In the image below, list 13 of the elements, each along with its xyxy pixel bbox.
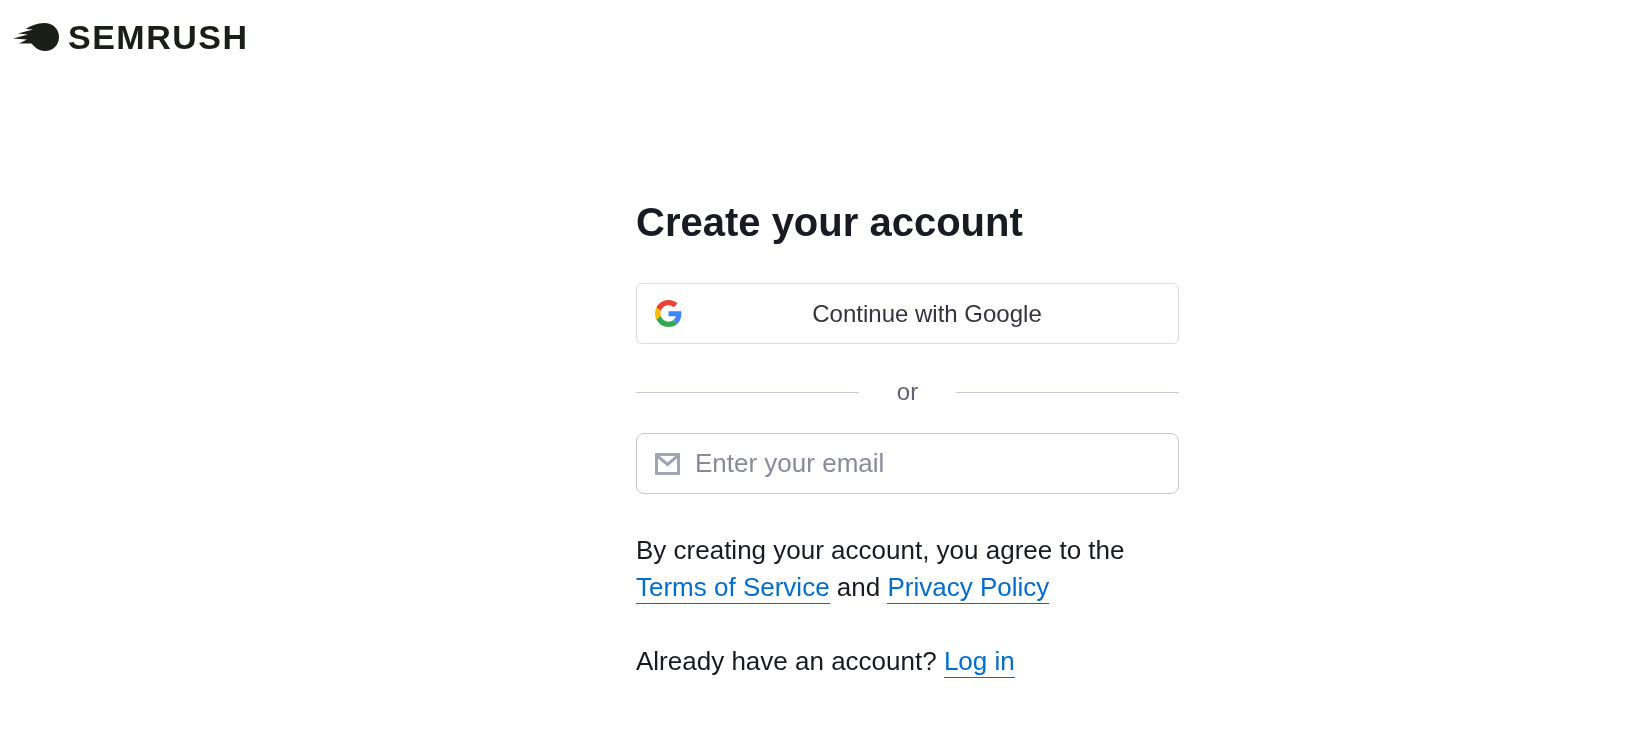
google-signin-button[interactable]: Continue with Google [636, 283, 1179, 344]
login-link[interactable]: Log in [943, 646, 1015, 679]
policy-link[interactable]: Privacy Policy [887, 572, 1050, 605]
divider-label: or [896, 380, 919, 404]
terms-text: By creating your account, you agree to the Terms of Service and Privacy Policy [636, 532, 1179, 606]
email-field[interactable]: Enter your email [636, 433, 1179, 494]
login-prompt: Already have an account? Log in [636, 643, 1015, 680]
google-g-icon [655, 300, 682, 327]
page-title: Create your account [636, 199, 1023, 246]
logo-text: SEMRUSH [68, 20, 249, 54]
policy-link[interactable]: Terms of Service [636, 572, 830, 605]
logo-icon [13, 23, 59, 51]
mail-icon [655, 453, 680, 475]
